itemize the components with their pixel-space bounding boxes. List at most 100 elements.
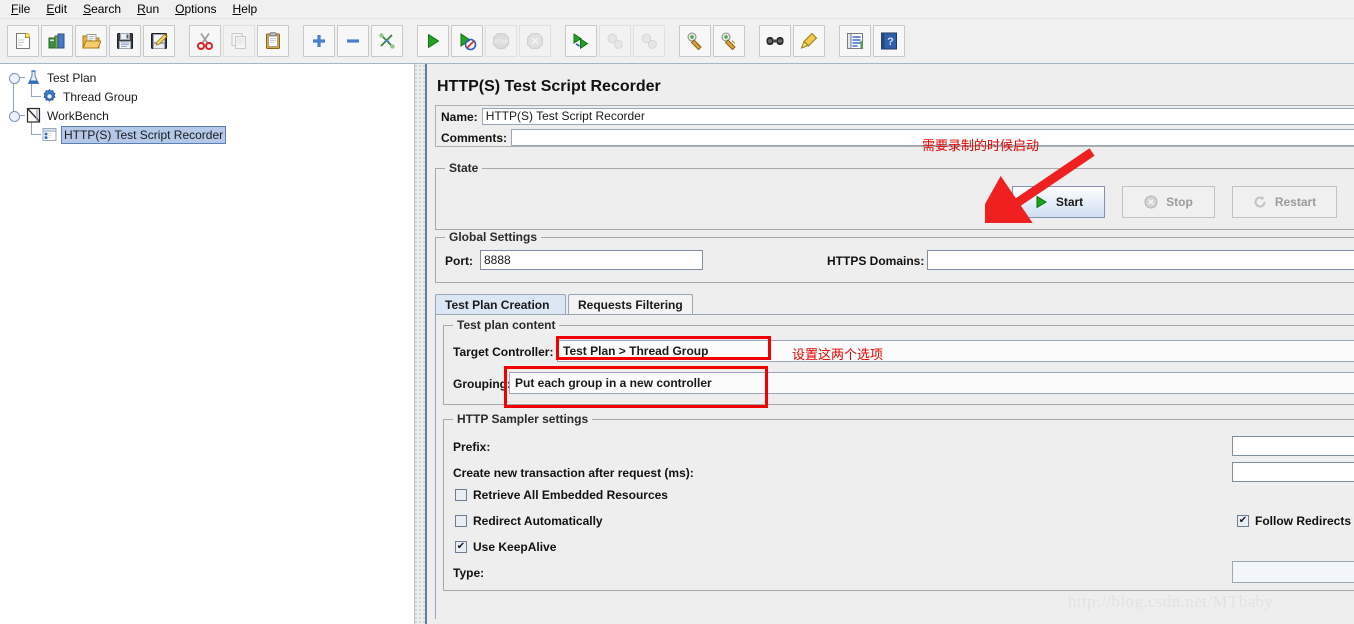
test-plan-tree-panel[interactable]: Test Plan Thread Group WorkBench HTTP(S)… xyxy=(0,64,414,624)
redirect-auto-row[interactable]: Redirect Automatically xyxy=(455,514,603,528)
tab-requests-filtering[interactable]: Requests Filtering xyxy=(568,294,693,314)
port-input[interactable]: 8888 xyxy=(480,250,703,270)
menu-run-label: un xyxy=(145,2,160,16)
tree-node-thread-group[interactable]: Thread Group xyxy=(41,87,140,106)
tree-expand-handle-workbench[interactable] xyxy=(9,111,20,122)
follow-redirects-row[interactable]: ✔ Follow Redirects xyxy=(1237,514,1351,528)
templates-icon[interactable] xyxy=(41,25,73,57)
collapse-all-icon[interactable] xyxy=(337,25,369,57)
tree-node-label: Thread Group xyxy=(63,89,138,104)
remote-shutdown-all-icon[interactable] xyxy=(633,25,665,57)
use-keepalive-row[interactable]: ✔ Use KeepAlive xyxy=(455,540,556,554)
save-as-icon[interactable] xyxy=(143,25,175,57)
toolbar-group-edit xyxy=(182,25,296,57)
function-helper-icon[interactable] xyxy=(839,25,871,57)
name-row: Name: HTTP(S) Test Script Recorder xyxy=(436,106,1354,127)
page-title: HTTP(S) Test Script Recorder xyxy=(437,78,661,95)
target-controller-combo[interactable]: Test Plan > Thread Group xyxy=(557,340,1354,362)
restart-button-label: Restart xyxy=(1274,195,1317,209)
menu-search[interactable]: Search xyxy=(75,1,129,17)
transaction-input[interactable] xyxy=(1232,462,1354,482)
workbench-icon xyxy=(25,107,42,124)
menu-run[interactable]: Run xyxy=(129,1,167,17)
clear-all-icon[interactable] xyxy=(713,25,745,57)
annotation-options-note: 设置这两个选项 xyxy=(792,348,884,363)
menu-options-label: ptions xyxy=(184,2,217,16)
save-icon[interactable] xyxy=(109,25,141,57)
menu-options[interactable]: Options xyxy=(167,1,224,17)
paste-icon[interactable] xyxy=(257,25,289,57)
search-reset-icon[interactable] xyxy=(793,25,825,57)
toolbar-group-remote xyxy=(558,25,672,57)
port-label: Port: xyxy=(445,254,473,268)
cut-icon[interactable] xyxy=(189,25,221,57)
tree-line-child1-h xyxy=(31,96,41,97)
stop-circle-icon xyxy=(1144,195,1158,209)
follow-redirects-label: Follow Redirects xyxy=(1255,514,1352,528)
tab-test-plan-creation[interactable]: Test Plan Creation xyxy=(435,294,566,314)
target-controller-label: Target Controller: xyxy=(453,345,554,359)
search-icon[interactable] xyxy=(759,25,791,57)
stop-icon[interactable]: STOP xyxy=(485,25,517,57)
jmeter-window: File Edit Search Run Options Help STOP ?… xyxy=(0,0,1354,624)
watermark: http://blog.csdn.net/MTbaby xyxy=(1068,592,1274,611)
clear-icon[interactable] xyxy=(679,25,711,57)
toolbar-group-search xyxy=(752,25,832,57)
start-button[interactable]: Start xyxy=(1012,186,1105,218)
name-comments-box: Name: HTTP(S) Test Script Recorder Comme… xyxy=(435,105,1354,147)
redirect-auto-label: Redirect Automatically xyxy=(473,514,603,528)
state-group-title: State xyxy=(445,161,483,175)
test-plan-icon xyxy=(25,69,42,86)
menu-run-mnemonic: R xyxy=(137,2,146,16)
help-icon[interactable]: ? xyxy=(873,25,905,57)
grouping-label: Grouping: xyxy=(453,377,511,391)
toolbar-group-tree xyxy=(296,25,410,57)
remote-start-all-icon[interactable] xyxy=(565,25,597,57)
grouping-combo[interactable]: Put each group in a new controller xyxy=(509,372,1354,394)
tree-node-label: Test Plan xyxy=(47,70,97,85)
start-no-pause-icon[interactable] xyxy=(451,25,483,57)
toggle-icon[interactable] xyxy=(371,25,403,57)
remote-stop-all-icon[interactable] xyxy=(599,25,631,57)
menu-file-label: ile xyxy=(18,2,31,16)
menu-help[interactable]: Help xyxy=(225,1,266,17)
retrieve-embedded-row[interactable]: Retrieve All Embedded Resources xyxy=(455,488,668,502)
config-tabs: Test Plan Creation Requests Filtering xyxy=(435,294,1354,314)
https-domains-label: HTTPS Domains: xyxy=(827,254,925,268)
start-play-icon xyxy=(1036,195,1047,209)
https-domains-input[interactable] xyxy=(927,250,1354,270)
menu-bar: File Edit Search Run Options Help xyxy=(0,0,1354,19)
type-combo[interactable] xyxy=(1232,561,1354,583)
tree-node-test-plan[interactable]: Test Plan xyxy=(25,68,98,87)
use-keepalive-label: Use KeepAlive xyxy=(473,540,557,554)
tree-expand-handle-testplan[interactable] xyxy=(9,73,20,84)
menu-file[interactable]: File xyxy=(3,1,38,17)
stop-button[interactable]: Stop xyxy=(1122,186,1215,218)
new-icon[interactable] xyxy=(7,25,39,57)
http-sampler-settings-title: HTTP Sampler settings xyxy=(453,412,593,426)
redirect-auto-checkbox[interactable] xyxy=(455,515,467,527)
expand-all-icon[interactable] xyxy=(303,25,335,57)
restart-button[interactable]: Restart xyxy=(1232,186,1337,218)
test-plan-tree[interactable]: Test Plan Thread Group WorkBench HTTP(S)… xyxy=(0,64,414,144)
retrieve-embedded-checkbox[interactable] xyxy=(455,489,467,501)
start-button-label: Start xyxy=(1055,195,1084,209)
http-sampler-settings-group: HTTP Sampler settings xyxy=(443,412,1354,591)
menu-search-mnemonic: S xyxy=(83,2,92,16)
use-keepalive-checkbox[interactable]: ✔ xyxy=(455,541,467,553)
copy-icon[interactable] xyxy=(223,25,255,57)
start-icon[interactable] xyxy=(417,25,449,57)
shutdown-icon[interactable] xyxy=(519,25,551,57)
tree-node-label: HTTP(S) Test Script Recorder xyxy=(61,125,227,144)
transaction-label: Create new transaction after request (ms… xyxy=(453,466,694,480)
menu-help-label: elp xyxy=(241,2,258,16)
menu-edit[interactable]: Edit xyxy=(38,1,75,17)
follow-redirects-checkbox[interactable]: ✔ xyxy=(1237,515,1249,527)
tree-node-http-test-script-recorder[interactable]: HTTP(S) Test Script Recorder xyxy=(41,125,227,144)
toolbar-group-run: STOP xyxy=(410,25,558,57)
name-input[interactable]: HTTP(S) Test Script Recorder xyxy=(481,108,1354,125)
open-icon[interactable] xyxy=(75,25,107,57)
svg-text:STOP: STOP xyxy=(494,39,509,45)
prefix-input[interactable] xyxy=(1232,436,1354,456)
tree-node-workbench[interactable]: WorkBench xyxy=(25,106,111,125)
